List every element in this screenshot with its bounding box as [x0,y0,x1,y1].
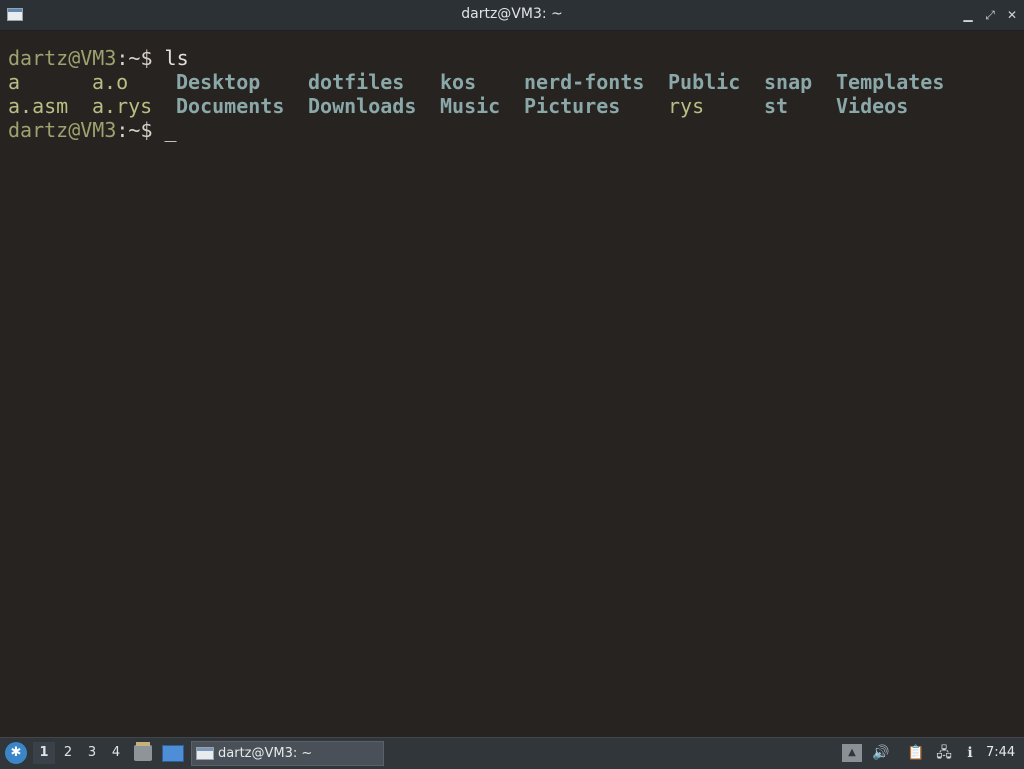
command-text: ls [164,46,189,70]
directory-entry: Documents [176,94,285,118]
maximize-button[interactable]: ⤢ [982,7,998,23]
terminal-window-icon [196,747,214,760]
file-entry: a [8,70,21,94]
directory-entry: Videos [836,94,909,118]
directory-entry: Music [440,94,501,118]
ls-output-row: a.asm a.rys Documents Downloads Music Picture… [8,94,956,118]
tray-expand-icon[interactable]: ▲ [842,744,862,762]
volume-icon[interactable]: 🔊 [871,744,891,762]
directory-entry: Desktop [176,70,261,94]
directory-entry: dotfiles [308,70,405,94]
taskbar: ✱ 1 2 3 4 dartz@VM3: ~ ▲ 🔊 📋 🖧 ℹ 7:44 [0,737,1024,769]
workspace-4-button[interactable]: 4 [105,742,127,764]
file-entry: a.o [92,70,129,94]
workspace-3-button[interactable]: 3 [81,742,103,764]
clipboard-icon[interactable]: 📋 [906,744,926,762]
text-cursor: _ [164,118,177,142]
terminal-area[interactable]: dartz@VM3:~$ ls a a.o Desktop dotfiles kos ne… [0,31,1024,737]
prompt-line[interactable]: dartz@VM3:~$ _ [8,118,177,142]
clock[interactable]: 7:44 [986,745,1015,760]
file-entry: a.asm [8,94,69,118]
network-icon[interactable]: 🖧 [934,744,954,762]
taskbar-window-button[interactable]: dartz@VM3: ~ [191,741,384,766]
prompt-path: :~$ [116,46,165,70]
notification-icon[interactable]: ℹ [960,744,980,762]
close-button[interactable]: ✕ [1004,7,1020,23]
command-line: dartz@VM3:~$ ls [8,46,189,70]
directory-entry: Templates [836,70,945,94]
prompt-user: dartz@VM3 [8,118,117,142]
window-titlebar[interactable]: dartz@VM3: ~ ▁ ⤢ ✕ [0,0,1024,31]
directory-entry: nerd-fonts [524,70,645,94]
minimize-button[interactable]: ▁ [960,7,976,23]
prompt-user: dartz@VM3 [8,46,117,70]
file-manager-icon[interactable] [134,742,152,761]
directory-entry: st [764,94,789,118]
directory-entry: kos [440,70,477,94]
show-desktop-icon[interactable] [162,745,184,762]
directory-entry: snap [764,70,813,94]
window-title: dartz@VM3: ~ [461,6,563,22]
prompt-path: :~$ [116,118,165,142]
workspace-1-button[interactable]: 1 [33,742,55,764]
start-menu-button[interactable]: ✱ [5,742,27,764]
file-entry: rys [668,94,705,118]
workspace-2-button[interactable]: 2 [57,742,79,764]
file-entry: a.rys [92,94,153,118]
directory-entry: Public [668,70,741,94]
directory-entry: Downloads [308,94,417,118]
ls-output-row: a a.o Desktop dotfiles kos nerd-fonts Public sn… [8,70,956,94]
directory-entry: Pictures [524,94,621,118]
taskbar-window-label: dartz@VM3: ~ [218,746,313,761]
